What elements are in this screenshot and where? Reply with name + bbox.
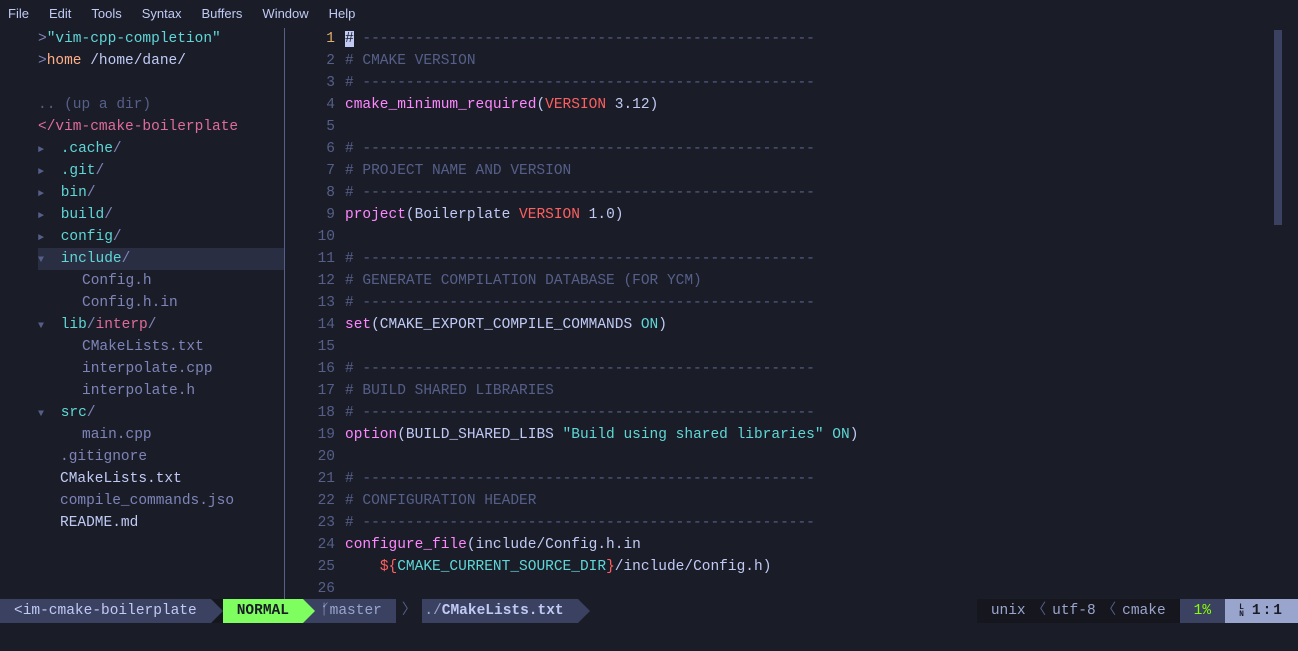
code-line-11[interactable]: # --------------------------------------… [345, 248, 1298, 270]
file-CMakeLists.txt[interactable]: CMakeLists.txt [38, 468, 285, 490]
file-Config.h[interactable]: Config.h [38, 270, 285, 292]
menubar: File Edit Tools Syntax Buffers Window He… [0, 0, 1298, 28]
dir-src[interactable]: ▼ src/ [38, 402, 285, 424]
code-line-10[interactable] [345, 226, 1298, 248]
code-line-23[interactable]: # --------------------------------------… [345, 512, 1298, 534]
code-line-19[interactable]: option(BUILD_SHARED_LIBS "Build using sh… [345, 424, 1298, 446]
expand-icon[interactable]: ▼ [38, 250, 52, 272]
dir-bin[interactable]: ► bin/ [38, 182, 285, 204]
expand-icon[interactable]: ► [38, 228, 52, 250]
code-line-13[interactable]: # --------------------------------------… [345, 292, 1298, 314]
code-line-2[interactable]: # CMAKE VERSION [345, 50, 1298, 72]
status-fileformat: unix 〈 utf-8 〈 cmake [977, 599, 1180, 623]
expand-icon[interactable]: ► [38, 140, 52, 162]
code-line-24[interactable]: configure_file(include/Config.h.in [345, 534, 1298, 556]
code-line-7[interactable]: # PROJECT NAME AND VERSION [345, 160, 1298, 182]
file-.gitignore[interactable]: .gitignore [38, 446, 285, 468]
dir-lib[interactable]: ▼ lib/interp/ [38, 314, 285, 336]
code-line-17[interactable]: # BUILD SHARED LIBRARIES [345, 380, 1298, 402]
dir-.cache[interactable]: ► .cache/ [38, 138, 285, 160]
status-branch: ᚶ master [303, 599, 396, 623]
root-dir[interactable]: </vim-cmake-boilerplate [38, 119, 238, 135]
code-line-15[interactable] [345, 336, 1298, 358]
menu-edit[interactable]: Edit [49, 3, 71, 25]
code-line-5[interactable] [345, 116, 1298, 138]
code-line-9[interactable]: project(Boilerplate VERSION 1.0) [345, 204, 1298, 226]
status-filepath: ./CMakeLists.txt [422, 599, 577, 623]
file-interpolate.cpp[interactable]: interpolate.cpp [38, 358, 285, 380]
status-position: LN1:1 [1225, 599, 1298, 623]
code-line-26[interactable] [345, 578, 1298, 600]
project-name: "vim-cpp-completion" [47, 31, 221, 47]
editor-scrollbar[interactable] [1274, 30, 1282, 225]
file-interpolate.h[interactable]: interpolate.h [38, 380, 285, 402]
code-line-16[interactable]: # --------------------------------------… [345, 358, 1298, 380]
up-directory[interactable]: .. (up a dir) [38, 97, 151, 113]
menu-window[interactable]: Window [262, 3, 308, 25]
code-line-21[interactable]: # --------------------------------------… [345, 468, 1298, 490]
code-line-4[interactable]: cmake_minimum_required(VERSION 3.12) [345, 94, 1298, 116]
code-line-14[interactable]: set(CMAKE_EXPORT_COMPILE_COMMANDS ON) [345, 314, 1298, 336]
menu-syntax[interactable]: Syntax [142, 3, 182, 25]
home-label[interactable]: home [47, 53, 82, 69]
file-main.cpp[interactable]: main.cpp [38, 424, 285, 446]
code-line-25[interactable]: ${CMAKE_CURRENT_SOURCE_DIR}/include/Conf… [345, 556, 1298, 578]
command-line[interactable] [0, 623, 1298, 651]
menu-tools[interactable]: Tools [91, 3, 121, 25]
file-README.md[interactable]: README.md [38, 512, 285, 534]
menu-help[interactable]: Help [329, 3, 356, 25]
statusline: <im-cmake-boilerplate NORMAL ᚶ master 〉 … [0, 599, 1298, 623]
status-mode: NORMAL [223, 599, 303, 623]
status-cwd: <im-cmake-boilerplate [0, 599, 211, 623]
code-line-20[interactable] [345, 446, 1298, 468]
menu-buffers[interactable]: Buffers [201, 3, 242, 25]
dir-include[interactable]: ▼ include/ [38, 248, 285, 270]
code-line-1[interactable]: # --------------------------------------… [345, 28, 1298, 50]
dir-config[interactable]: ► config/ [38, 226, 285, 248]
line-gutter: 1234567891011121314151617181920212223242… [285, 28, 345, 599]
dir-.git[interactable]: ► .git/ [38, 160, 285, 182]
dir-build[interactable]: ► build/ [38, 204, 285, 226]
file-compile_commands.jso[interactable]: compile_commands.jso [38, 490, 285, 512]
expand-icon[interactable]: ► [38, 162, 52, 184]
code-line-6[interactable]: # --------------------------------------… [345, 138, 1298, 160]
file-explorer: >"vim-cpp-completion" >home /home/dane/ … [0, 28, 285, 599]
code-line-3[interactable]: # --------------------------------------… [345, 72, 1298, 94]
code-line-22[interactable]: # CONFIGURATION HEADER [345, 490, 1298, 512]
editor-pane[interactable]: 1234567891011121314151617181920212223242… [285, 28, 1298, 599]
file-CMakeLists.txt[interactable]: CMakeLists.txt [38, 336, 285, 358]
code-area[interactable]: # --------------------------------------… [345, 28, 1298, 599]
code-line-8[interactable]: # --------------------------------------… [345, 182, 1298, 204]
expand-icon[interactable]: ▼ [38, 404, 52, 426]
home-path: /home/dane/ [82, 53, 186, 69]
status-percent: 1% [1180, 599, 1225, 623]
expand-icon[interactable]: ▼ [38, 316, 52, 338]
expand-icon[interactable]: ► [38, 206, 52, 228]
file-Config.h.in[interactable]: Config.h.in [38, 292, 285, 314]
menu-file[interactable]: File [8, 3, 29, 25]
code-line-12[interactable]: # GENERATE COMPILATION DATABASE (FOR YCM… [345, 270, 1298, 292]
code-line-18[interactable]: # --------------------------------------… [345, 402, 1298, 424]
expand-icon[interactable]: ► [38, 184, 52, 206]
